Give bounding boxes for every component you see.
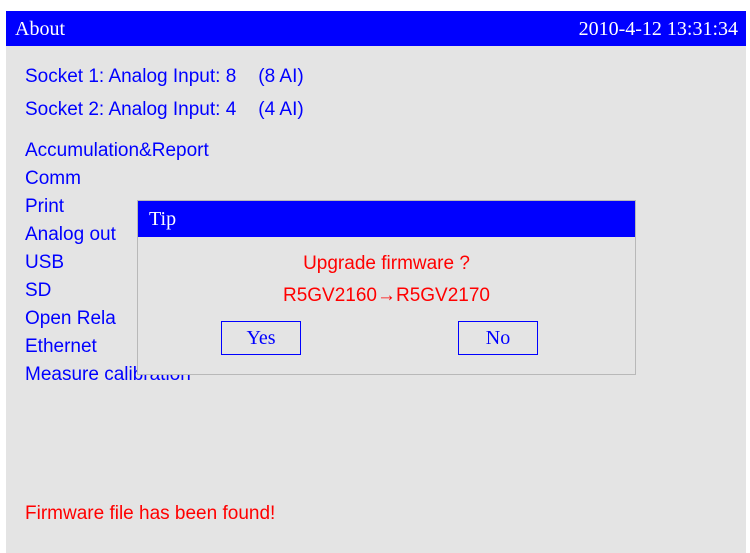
upgrade-dialog: Tip Upgrade firmware ? R5GV2160→R5GV2170… [137, 200, 636, 375]
about-screen: About 2010-4-12 13:31:34 Socket 1: Analo… [0, 0, 750, 553]
feature-ethernet: Ethernet [25, 336, 97, 357]
socket-1-info: Socket 1: Analog Input: 8 (8 AI) [25, 66, 304, 88]
datetime-display: 2010-4-12 13:31:34 [578, 18, 738, 40]
socket-1-label: Socket 1: Analog Input: 8 [25, 66, 237, 87]
yes-button[interactable]: Yes [221, 321, 301, 355]
feature-accumulation-report: Accumulation&Report [25, 140, 209, 161]
feature-usb: USB [25, 252, 65, 273]
feature-sd: SD [25, 280, 52, 301]
socket-2-detail: (4 AI) [258, 99, 304, 120]
socket-2-info: Socket 2: Analog Input: 4 (4 AI) [25, 99, 304, 121]
socket-2-label: Socket 2: Analog Input: 4 [25, 99, 237, 120]
dialog-question: Upgrade firmware ? [303, 253, 470, 274]
dialog-version-change: R5GV2160→R5GV2170 [282, 285, 490, 306]
dialog-title-bar: Tip [138, 201, 635, 237]
socket-1-detail: (8 AI) [258, 66, 304, 87]
feature-comm: Comm [25, 168, 81, 189]
status-message: Firmware file has been found! [25, 503, 276, 524]
feature-open-relay: Open Rela [25, 308, 116, 329]
dialog-title: Tip [149, 208, 177, 230]
title-bar: About 2010-4-12 13:31:34 [6, 11, 746, 46]
feature-print: Print [25, 196, 65, 217]
no-button[interactable]: No [458, 321, 538, 355]
page-title: About [15, 18, 65, 40]
feature-analog-out: Analog out [25, 224, 116, 245]
